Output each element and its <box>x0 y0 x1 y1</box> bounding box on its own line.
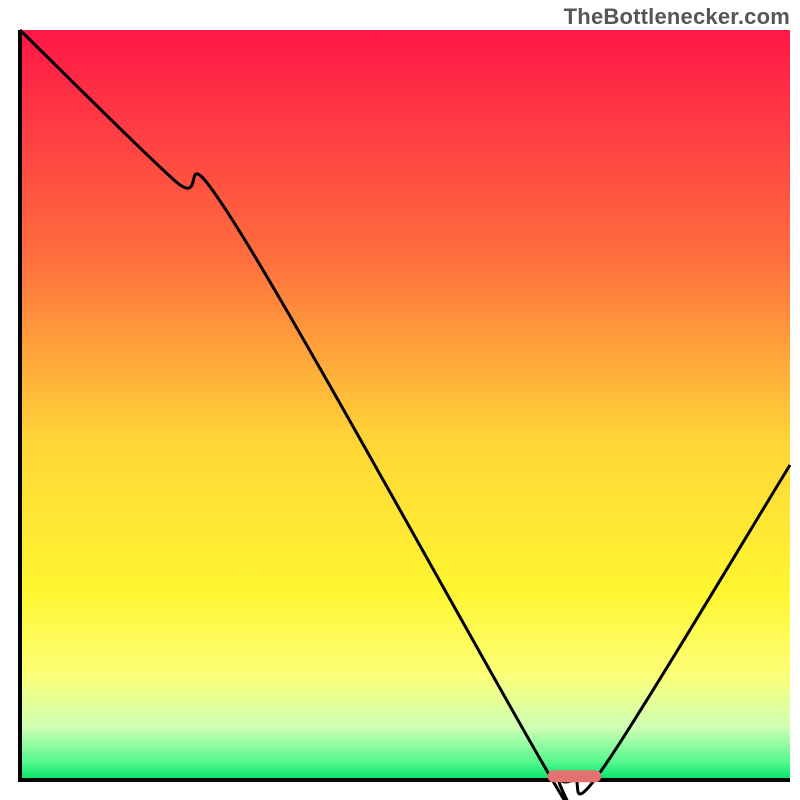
optimal-marker <box>547 770 601 782</box>
chart-container: TheBottlenecker.com <box>0 0 800 800</box>
bottleneck-chart <box>0 0 800 800</box>
